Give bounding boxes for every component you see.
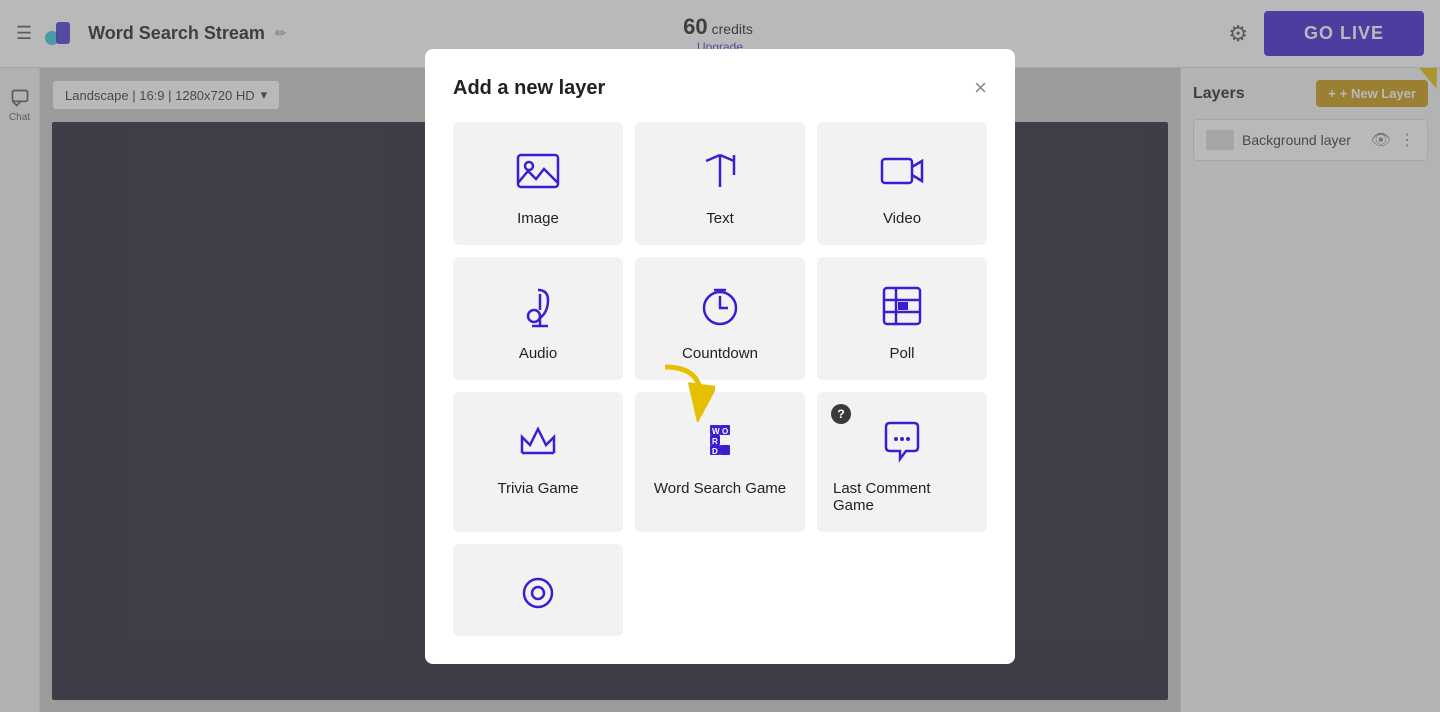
lastcomment-label: Last Comment Game [833,480,971,514]
poll-label: Poll [889,345,914,362]
audio-layer-icon [514,281,562,331]
trivia-layer-icon [514,416,562,466]
video-label: Video [883,210,921,227]
countdown-layer-icon [696,281,744,331]
image-layer-icon [514,146,562,196]
svg-text:D: D [712,447,718,456]
text-layer-icon [696,146,744,196]
trivia-label: Trivia Game [497,480,578,497]
layer-option-audio[interactable]: Audio [453,257,623,380]
svg-text:O: O [722,427,728,436]
question-mark: ? [837,407,844,421]
layer-option-trivia[interactable]: Trivia Game [453,392,623,532]
text-label: Text [706,210,734,227]
lastcomment-layer-icon [878,416,926,466]
modal-header: Add a new layer × [453,77,987,100]
wordsearch-layer-icon: W O R D [696,416,744,466]
svg-text:W: W [712,427,720,436]
layer-option-image[interactable]: Image [453,122,623,245]
image-label: Image [517,210,559,227]
modal-overlay: Add a new layer × Image [0,0,1440,712]
video-layer-icon [878,146,926,196]
layer-option-video[interactable]: Video [817,122,987,245]
countdown-label: Countdown [682,345,758,362]
svg-text:R: R [712,437,718,446]
layer-option-countdown[interactable]: Countdown [635,257,805,380]
layer-option-text[interactable]: Text [635,122,805,245]
layer-option-scene[interactable] [453,544,623,636]
scene-layer-icon [514,568,562,618]
modal-close-button[interactable]: × [974,77,987,99]
layer-option-lastcomment[interactable]: ? Last Comment Game [817,392,987,532]
layer-options-grid: Image Text [453,122,987,664]
modal-title: Add a new layer [453,77,605,100]
poll-layer-icon [878,281,926,331]
audio-label: Audio [519,345,557,362]
question-badge: ? [831,404,851,424]
wordsearch-label: Word Search Game [654,480,786,497]
layer-option-wordsearch[interactable]: W O R D Word Search Game [635,392,805,532]
layer-option-poll[interactable]: Poll [817,257,987,380]
add-layer-modal: Add a new layer × Image [425,49,1015,664]
